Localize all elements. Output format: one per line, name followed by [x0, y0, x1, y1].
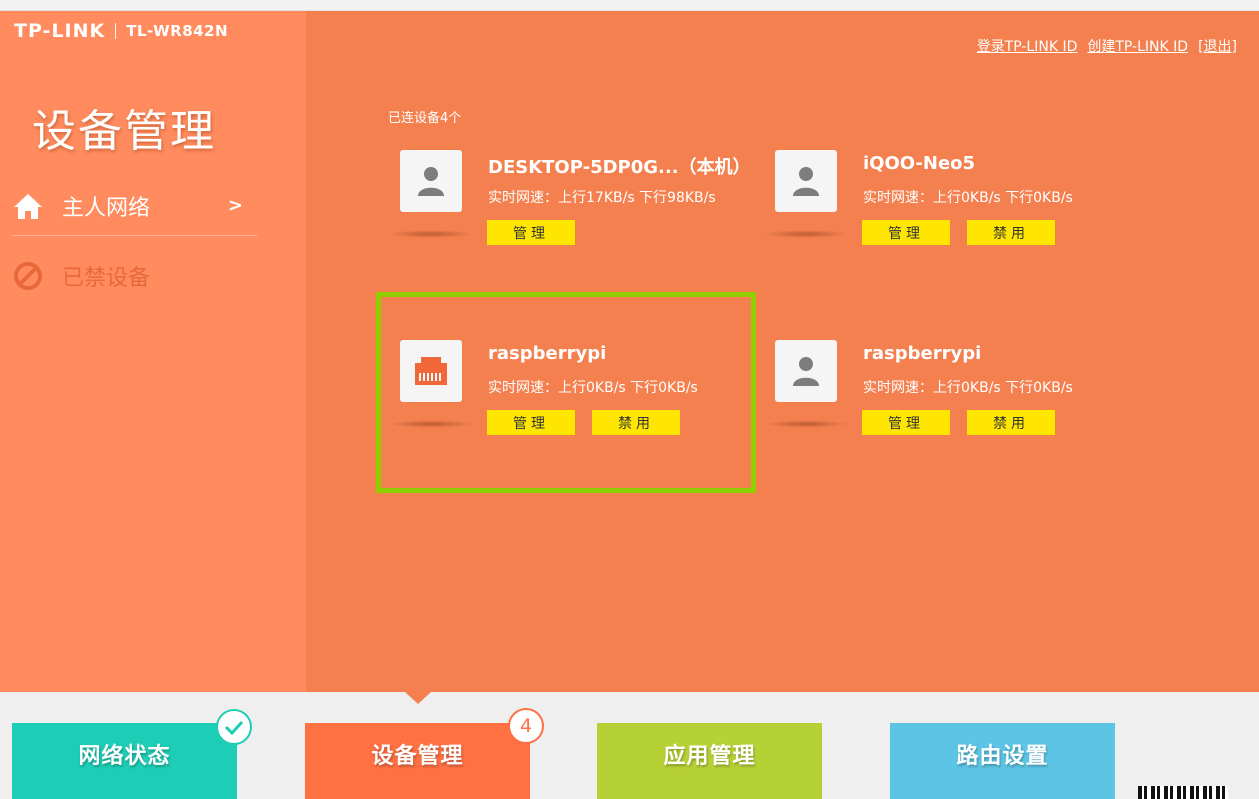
manage-button[interactable]: 管理	[862, 220, 950, 245]
ban-icon	[12, 260, 44, 292]
nav-item-label: 已禁设备	[62, 266, 151, 291]
device-name: DESKTOP-5DP0G...（本机）	[488, 157, 751, 178]
tab-network-status[interactable]: 网络状态	[12, 723, 237, 799]
chevron-right-icon: >	[227, 195, 243, 216]
device-speed: 实时网速：上行0KB/s 下行0KB/s	[863, 380, 1073, 396]
page-title: 设备管理	[32, 106, 216, 157]
device-speed: 实时网速：上行0KB/s 下行0KB/s	[863, 190, 1073, 206]
connected-count: 已连设备4个	[388, 111, 462, 126]
create-id-link[interactable]: 创建TP-LINK ID	[1087, 36, 1188, 56]
tab-app-management[interactable]: 应用管理	[597, 723, 822, 799]
ban-button[interactable]: 禁用	[967, 220, 1055, 245]
device-card: DESKTOP-5DP0G...（本机） 实时网速：上行17KB/s 下行98K…	[388, 150, 751, 260]
person-icon	[775, 150, 837, 212]
device-name: raspberrypi	[863, 343, 982, 364]
brand-logo: TP-LINK	[14, 20, 106, 42]
person-icon	[400, 150, 462, 212]
login-link[interactable]: 登录TP-LINK ID	[977, 36, 1078, 56]
tab-router-settings[interactable]: 路由设置	[890, 723, 1115, 799]
nav-item-label: 主人网络	[62, 195, 151, 221]
brand-separator	[115, 23, 117, 39]
top-strip	[0, 0, 1259, 11]
device-card: iQOO-Neo5 实时网速：上行0KB/s 下行0KB/s 管理 禁用	[763, 150, 1123, 260]
manage-button[interactable]: 管理	[487, 220, 575, 245]
device-speed: 实时网速：上行17KB/s 下行98KB/s	[488, 190, 716, 206]
device-card: raspberrypi 实时网速：上行0KB/s 下行0KB/s 管理 禁用	[763, 340, 1123, 450]
tab-device-management[interactable]: 设备管理	[305, 723, 530, 799]
brand: TP-LINK TL-WR842N	[14, 20, 228, 42]
device-name: iQOO-Neo5	[863, 153, 976, 174]
home-icon	[12, 190, 44, 222]
check-icon	[216, 709, 252, 745]
qr-code-icon	[1138, 786, 1228, 799]
logout-link[interactable]: [退出]	[1198, 36, 1237, 56]
person-icon	[775, 340, 837, 402]
selection-highlight	[376, 292, 756, 493]
nav-item-host-network[interactable]: 主人网络 >	[12, 176, 257, 236]
nav-item-banned-devices[interactable]: 已禁设备	[12, 246, 257, 306]
avatar-shadow	[763, 230, 849, 238]
avatar-shadow	[763, 420, 849, 428]
avatar-shadow	[388, 230, 474, 238]
brand-model: TL-WR842N	[126, 22, 229, 40]
manage-button[interactable]: 管理	[862, 410, 950, 435]
active-tab-pointer	[405, 692, 431, 704]
top-links: 登录TP-LINK ID 创建TP-LINK ID [退出]	[977, 36, 1237, 56]
device-count-badge: 4	[508, 708, 544, 744]
ban-button[interactable]: 禁用	[967, 410, 1055, 435]
